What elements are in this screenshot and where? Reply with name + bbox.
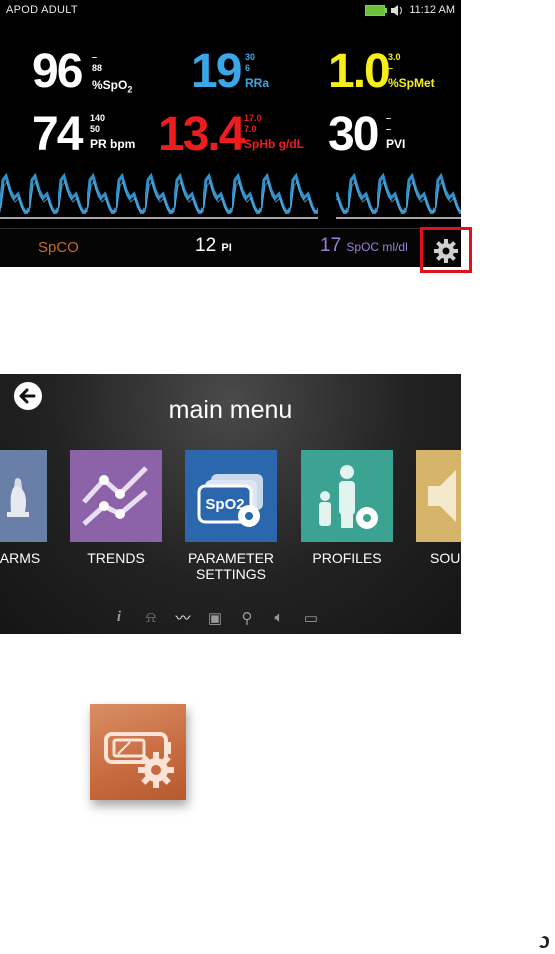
- monitor-screen: APOD ADULT 11:12 AM 96 –88 %SpO2 19 30 6 …: [0, 0, 461, 267]
- parameter-settings-icon: SpO2: [197, 474, 263, 527]
- menu-tile-alarms[interactable]: [0, 450, 47, 542]
- brand-logo-icon: [539, 936, 549, 948]
- menu-page-indicator-icons: i ⍾ 〰 ▣ ⚲ 🔈︎ ▭: [108, 607, 322, 628]
- spo2-low-limit: 88: [92, 63, 103, 73]
- spmet-unit: %SpMet: [388, 76, 435, 90]
- spmet-value: 1.0: [328, 45, 391, 98]
- sphb-high-limit: 17.0: [244, 113, 262, 123]
- pr-parameter[interactable]: 74 140 50 PR bpm: [32, 108, 135, 161]
- menu-tile-sounds-label: SOU: [430, 550, 461, 566]
- rra-value: 19: [191, 45, 242, 98]
- menu-tile-sounds[interactable]: [416, 450, 461, 542]
- trends-icon[interactable]: 〰: [172, 607, 194, 628]
- sound-icon[interactable]: 🔈︎: [268, 609, 290, 626]
- pr-low-limit: 50: [90, 124, 101, 134]
- rra-high-limit: 30: [245, 52, 256, 62]
- pvi-value: 30: [328, 108, 379, 161]
- menu-tile-alarms-label: ARMS: [0, 550, 41, 566]
- pvi-high-limit: –: [386, 113, 392, 123]
- pvi-parameter[interactable]: 30 – – PVI: [328, 108, 405, 161]
- gear-icon: [434, 239, 458, 263]
- menu-tile-profiles[interactable]: [301, 450, 393, 542]
- clock: 11:12 AM: [409, 4, 455, 16]
- profiles-icon[interactable]: ⚲: [236, 609, 258, 627]
- spo2-value: 96: [32, 45, 83, 98]
- battery-icon: [365, 4, 388, 16]
- trends-icon: [82, 466, 148, 526]
- pi-label: PI: [221, 242, 232, 254]
- spmet-low-limit: –: [388, 63, 394, 73]
- spo2-parameter[interactable]: 96 –88 %SpO2: [32, 45, 132, 98]
- sphb-value: 13.4: [158, 108, 245, 161]
- parameter-settings-icon[interactable]: ▣: [204, 609, 226, 627]
- profiles-icon: [319, 465, 378, 529]
- info-icon[interactable]: i: [108, 609, 130, 626]
- pr-unit: PR bpm: [90, 137, 136, 151]
- device-settings-tile: [90, 704, 186, 800]
- spoc-label: SpOC ml/dl: [346, 240, 408, 254]
- main-menu-gear-button[interactable]: [420, 227, 472, 273]
- spmet-parameter[interactable]: 1.0 3.0– %SpMet: [328, 45, 435, 98]
- sphb-unit: SpHb g/dL: [244, 137, 304, 151]
- alarm-bell-icon: [7, 478, 29, 517]
- sphb-low-limit: 7.0: [244, 124, 257, 134]
- pvi-unit: PVI: [386, 137, 406, 151]
- speaker-icon: [391, 4, 403, 16]
- menu-title: main menu: [168, 396, 293, 424]
- menu-tile-profiles-label: PROFILES: [312, 550, 382, 566]
- spo2-high-limit: –: [92, 52, 98, 62]
- menu-tile-trends-label: TRENDS: [87, 550, 145, 566]
- alarm-icon[interactable]: ⍾: [140, 609, 162, 626]
- rra-low-limit: 6: [245, 63, 251, 73]
- spo2-unit-sub: 2: [127, 84, 133, 95]
- main-menu-screen: main menu ARMS TRENDS SpO2 PARAMETER SET…: [0, 374, 461, 634]
- menu-tile-trends[interactable]: [70, 450, 162, 542]
- menu-tile-parameter-settings-label: PARAMETER SETTINGS: [187, 550, 275, 582]
- menu-tile-parameter-settings[interactable]: SpO2: [185, 450, 277, 542]
- device-settings-icon: [104, 732, 174, 788]
- pi-value: 12: [195, 235, 217, 256]
- spoc-value: 17: [320, 235, 342, 256]
- secondary-parameters-bar: SpCO 12 PI 17 SpOC ml/dl: [0, 228, 461, 267]
- rra-parameter[interactable]: 19 30 6 RRa: [191, 45, 269, 98]
- device-settings-icon[interactable]: ▭: [300, 609, 322, 627]
- rra-unit: RRa: [245, 76, 270, 90]
- sound-icon: [428, 470, 456, 522]
- pvi-low-limit: –: [386, 124, 392, 134]
- spo2-unit: %SpO: [92, 78, 128, 92]
- spmet-high-limit: 3.0: [388, 52, 401, 62]
- sphb-parameter[interactable]: 13.4 17.0 7.0 SpHb g/dL: [158, 108, 304, 161]
- spco-parameter[interactable]: SpCO: [38, 239, 79, 256]
- spoc-parameter[interactable]: 17 SpOC ml/dl: [320, 235, 408, 257]
- pr-value: 74: [32, 108, 83, 161]
- pr-high-limit: 140: [90, 113, 106, 123]
- pleth-waveform: [0, 168, 461, 219]
- status-bar: APOD ADULT 11:12 AM: [0, 0, 461, 20]
- pi-parameter[interactable]: 12 PI: [195, 235, 232, 257]
- svg-text:SpO2: SpO2: [205, 496, 244, 513]
- patient-mode-label: APOD ADULT: [6, 4, 78, 16]
